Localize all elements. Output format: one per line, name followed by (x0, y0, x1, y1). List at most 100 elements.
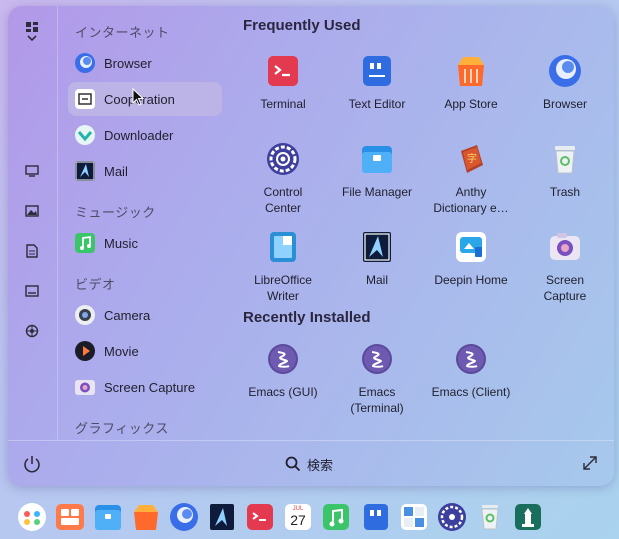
section-header-music: ミュージック (75, 205, 156, 220)
list-item-movie[interactable]: Movie (68, 334, 222, 368)
app-label: App Store (444, 97, 498, 111)
search-button[interactable]: 検索 (285, 453, 333, 475)
app-emacs-client[interactable]: Emacs (Client) (424, 341, 518, 400)
list-item-label: Music (104, 235, 138, 251)
calendar-icon[interactable]: JUL 27 (283, 502, 313, 532)
monitor-icon[interactable] (22, 161, 42, 181)
app-browser[interactable]: Browser (518, 53, 612, 112)
app-label: File Manager (341, 185, 413, 199)
calendar-day: 27 (290, 512, 306, 528)
list-item-screen-capture[interactable]: Screen Capture (68, 370, 222, 404)
control-center-icon (265, 141, 301, 177)
movie-icon (74, 340, 96, 362)
screen-capture-icon (547, 229, 583, 265)
launcher-window: インターネット Browser Cooperation Downloader M… (8, 6, 614, 486)
list-item-mail[interactable]: Mail (68, 154, 222, 188)
app-file-manager[interactable]: File Manager (330, 141, 424, 200)
category-rail (8, 6, 58, 440)
app-screen-capture[interactable]: Screen Capture (518, 229, 612, 304)
expand-fullscreen-icon[interactable] (581, 454, 599, 472)
browser-icon (74, 52, 96, 74)
app-label-line1: Screen (545, 273, 585, 287)
camera-icon (74, 304, 96, 326)
app-libreoffice-writer[interactable]: LibreOffice Writer (236, 229, 330, 304)
app-emacs-gui[interactable]: Emacs (GUI) (236, 341, 330, 400)
trash-icon[interactable] (475, 502, 505, 532)
app-store-icon[interactable] (131, 502, 161, 532)
list-item-music[interactable]: Music (68, 226, 222, 260)
app-app-store[interactable]: App Store (424, 53, 518, 112)
screen-capture-icon (74, 376, 96, 398)
settings-wheel-icon[interactable] (22, 321, 42, 341)
app-label: Emacs (Client) (431, 385, 511, 399)
app-emacs-terminal[interactable]: Emacs (Terminal) (330, 341, 424, 416)
app-label-line2: Dictionary e… (433, 201, 509, 215)
app-label: Mail (365, 273, 388, 287)
dictionary-book-icon: 字 (453, 141, 489, 177)
app-anthy-dictionary[interactable]: 字 Anthy Dictionary e… (424, 141, 518, 216)
launcher-footer: 検索 (8, 440, 614, 486)
app-control-center[interactable]: Control Center (236, 141, 330, 216)
text-editor-icon[interactable] (361, 502, 391, 532)
list-item-label: Mail (104, 163, 128, 179)
system-tools-icon[interactable] (513, 502, 543, 532)
screen-icon[interactable] (22, 281, 42, 301)
multitasking-icon[interactable] (55, 502, 85, 532)
mouse-cursor-icon (132, 88, 144, 106)
app-label-line1: Anthy (455, 185, 487, 199)
app-label: Deepin Home (434, 273, 508, 287)
terminal-icon[interactable] (245, 502, 275, 532)
list-item-label: Movie (104, 343, 139, 359)
app-label-line2: Writer (267, 289, 299, 303)
app-label-line1: LibreOffice (254, 273, 312, 287)
control-center-icon[interactable] (437, 502, 467, 532)
app-label-line1: Emacs (358, 385, 396, 399)
browser-icon (547, 53, 583, 89)
search-label: 検索 (307, 457, 334, 473)
section-header-video: ビデオ (75, 277, 116, 292)
category-list: インターネット Browser Cooperation Downloader M… (58, 6, 232, 440)
calculator-icon[interactable] (399, 502, 429, 532)
libreoffice-writer-icon (265, 229, 301, 265)
list-item-downloader[interactable]: Downloader (68, 118, 222, 152)
terminal-icon (265, 53, 301, 89)
section-header-internet: インターネット (75, 25, 170, 40)
power-icon[interactable] (22, 454, 42, 474)
downloader-icon (74, 124, 96, 146)
grid-icon[interactable] (22, 22, 42, 42)
app-label-line2: (Terminal) (350, 401, 404, 415)
taskbar-dock: JUL 27 (0, 494, 619, 539)
app-label: Emacs (GUI) (248, 385, 318, 399)
search-icon (285, 456, 301, 472)
recently-installed-title: Recently Installed (243, 309, 371, 326)
list-item-browser[interactable]: Browser (68, 46, 222, 80)
app-mail[interactable]: Mail (330, 229, 424, 288)
app-terminal[interactable]: Terminal (236, 53, 330, 112)
list-item-camera[interactable]: Camera (68, 298, 222, 332)
music-icon[interactable] (321, 502, 351, 532)
app-label-line2: Center (264, 201, 302, 215)
list-item-label: Downloader (104, 127, 174, 143)
svg-text:字: 字 (467, 152, 477, 165)
app-label: Browser (542, 97, 587, 111)
app-deepin-home[interactable]: Deepin Home (424, 229, 518, 288)
app-trash[interactable]: Trash (518, 141, 612, 200)
file-manager-icon (359, 141, 395, 177)
mail-icon[interactable] (207, 502, 237, 532)
launcher-icon[interactable] (17, 502, 47, 532)
image-icon[interactable] (22, 201, 42, 221)
emacs-icon (265, 341, 301, 377)
mail-icon (74, 160, 96, 182)
app-label: Text Editor (348, 97, 406, 111)
app-text-editor[interactable]: Text Editor (330, 53, 424, 112)
app-label: Terminal (260, 97, 306, 111)
mail-icon (359, 229, 395, 265)
frequently-used-title: Frequently Used (243, 17, 361, 34)
file-manager-icon[interactable] (93, 502, 123, 532)
app-label-line2: Capture (543, 289, 587, 303)
list-item-label: Screen Capture (104, 379, 196, 395)
list-item-cooperation[interactable]: Cooperation (68, 82, 222, 116)
emacs-icon (453, 341, 489, 377)
browser-icon[interactable] (169, 502, 199, 532)
document-icon[interactable] (22, 241, 42, 261)
